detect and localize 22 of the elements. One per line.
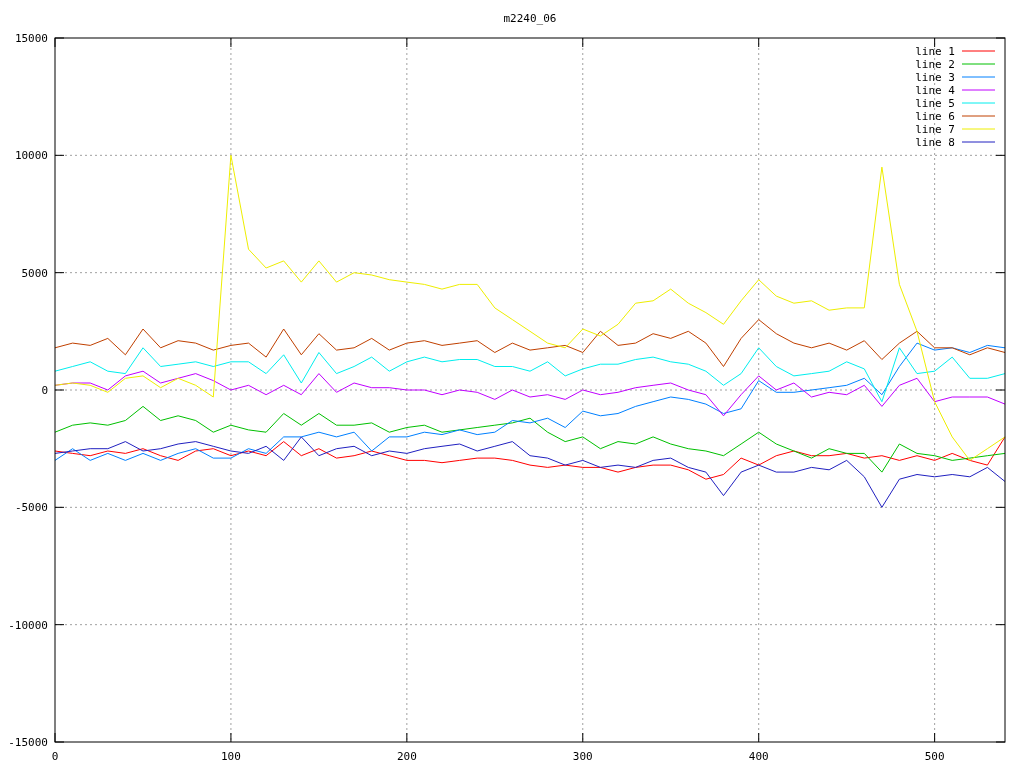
y-tick-label: 15000 [14, 32, 48, 45]
y-tick-label: -10000 [8, 618, 48, 632]
x-tick-label: 100 [221, 750, 241, 763]
x-tick-label: 400 [748, 750, 769, 763]
y-tick-label: -5000 [14, 501, 48, 515]
legend-label: line 6 [915, 110, 955, 123]
y-tick-label: -15000 [8, 736, 48, 749]
y-tick-label: 0 [41, 384, 48, 397]
x-tick-label: 300 [572, 750, 593, 763]
x-tick-label: 500 [924, 750, 945, 763]
legend-label: line 4 [915, 84, 955, 97]
legend-label: line 1 [915, 45, 955, 58]
legend-label: line 5 [915, 97, 955, 110]
legend-label: line 2 [915, 58, 955, 71]
legend-label: line 8 [915, 136, 955, 149]
chart-title: m2240_06 [503, 12, 557, 25]
legend-label: line 7 [915, 123, 955, 136]
y-tick-label: 5000 [21, 266, 48, 280]
x-tick-label: 0 [51, 750, 59, 763]
x-tick-label: 200 [396, 750, 417, 763]
y-tick-label: 10000 [14, 149, 48, 163]
legend-label: line 3 [915, 71, 955, 84]
